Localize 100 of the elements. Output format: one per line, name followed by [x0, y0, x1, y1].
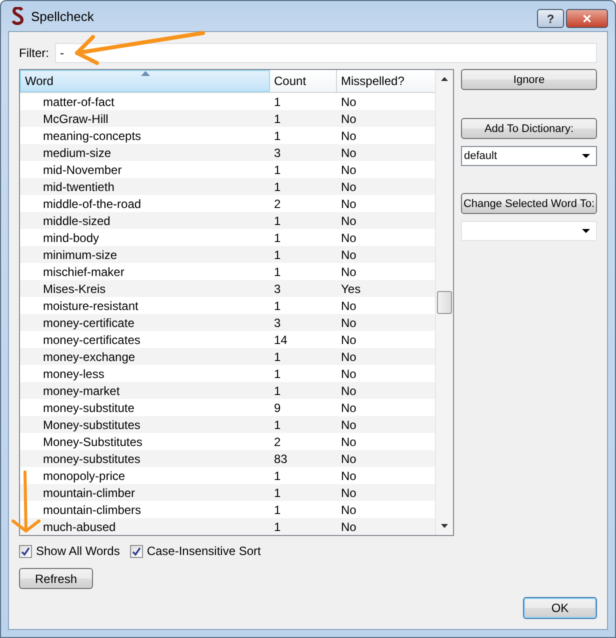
word-cell-text: Mises-Kreis: [42, 282, 107, 296]
checkbox-label: Show All Words: [36, 544, 120, 558]
word-cell-text: monopoly-price: [42, 468, 126, 482]
ignore-button[interactable]: Ignore: [461, 69, 597, 90]
misspelled-cell-text: No: [340, 316, 358, 330]
count-cell-text: 1: [273, 366, 282, 380]
checkbox[interactable]: [130, 544, 143, 558]
count-cell-text: 1: [273, 128, 282, 142]
count-cell-text: 1: [273, 112, 282, 126]
misspelled-cell-text: No: [340, 502, 358, 516]
annotation-arrow: [9, 469, 41, 535]
word-cell-text: mischief-maker: [42, 264, 126, 278]
column-header[interactable]: Count: [270, 70, 337, 92]
word-cell-text: money-substitutes: [42, 452, 142, 466]
sort-arrow-icon: [141, 71, 150, 76]
misspelled-cell-text: No: [340, 452, 358, 466]
word-cell-text: middle-sized: [42, 214, 112, 228]
count-cell-text: 1: [273, 264, 282, 278]
dictionary-dropdown[interactable]: default: [461, 146, 597, 166]
count-cell-text: 1: [273, 180, 282, 194]
misspelled-cell-text: No: [340, 214, 358, 228]
misspelled-cell-text: No: [340, 486, 358, 500]
count-cell-text: 83: [273, 452, 288, 466]
misspelled-cell-text: No: [340, 434, 358, 448]
change-word-button[interactable]: Change Selected Word To:: [461, 193, 597, 214]
filter-label: Filter:: [19, 46, 49, 60]
word-cell-text: McGraw-Hill: [42, 112, 110, 126]
count-cell-text: 2: [273, 434, 282, 448]
count-cell-text: 1: [273, 520, 282, 534]
scroll-down-icon[interactable]: [441, 524, 448, 528]
count-cell-text: 1: [273, 214, 282, 228]
checkbox-label: Case-Insensitive Sort: [146, 544, 261, 558]
misspelled-cell-text: No: [340, 162, 358, 176]
scrollbar[interactable]: [435, 70, 453, 535]
word-cell-text: money-exchange: [42, 350, 136, 364]
count-cell-text: 1: [273, 502, 282, 516]
word-cell-text: Money-Substitutes: [42, 434, 144, 448]
app-logo-icon: [11, 7, 25, 25]
count-cell-text: 1: [273, 418, 282, 432]
count-cell-text: 1: [273, 384, 282, 398]
misspelled-cell-text: No: [340, 332, 358, 346]
misspelled-cell-text: No: [340, 196, 358, 210]
count-cell-text: 3: [273, 282, 282, 296]
count-cell-text: 1: [273, 350, 282, 364]
word-cell-text: matter-of-fact: [42, 94, 116, 108]
count-cell-text: 3: [273, 316, 282, 330]
misspelled-cell-text: No: [340, 180, 358, 194]
word-cell-text: medium-size: [42, 146, 112, 160]
word-cell-text: money-certificates: [42, 332, 142, 346]
column-header[interactable]: Word: [20, 70, 270, 92]
word-cell-text: money-less: [42, 366, 106, 380]
word-cell-text: moisture-resistant: [42, 298, 140, 312]
checkbox[interactable]: [19, 544, 32, 558]
word-cell-text: mountain-climbers: [42, 502, 142, 516]
misspelled-cell-text: No: [340, 248, 358, 262]
misspelled-cell-text: No: [340, 468, 358, 482]
misspelled-cell-text: No: [340, 520, 358, 534]
dropdown-caret-icon: [582, 154, 590, 158]
filter-field[interactable]: -: [55, 43, 597, 63]
word-cell-text: mind-body: [42, 230, 100, 244]
misspelled-cell-text: No: [340, 128, 358, 142]
misspelled-cell-text: No: [340, 400, 358, 414]
misspelled-cell-text: No: [340, 264, 358, 278]
count-cell-text: 1: [273, 94, 282, 108]
misspelled-cell-text: No: [340, 112, 358, 126]
misspelled-cell-text: No: [340, 350, 358, 364]
refresh-button[interactable]: Refresh: [19, 568, 93, 589]
count-cell-text: 1: [273, 298, 282, 312]
count-cell-text: 1: [273, 468, 282, 482]
misspelled-cell-text: No: [340, 418, 358, 432]
misspelled-cell-text: No: [340, 384, 358, 398]
misspelled-cell-text: No: [340, 94, 358, 108]
ok-button[interactable]: OK: [523, 597, 597, 619]
word-cell-text: much-abused: [42, 520, 117, 534]
count-cell-text: 1: [273, 230, 282, 244]
count-cell-text: 9: [273, 400, 282, 414]
count-cell-text: 1: [273, 248, 282, 262]
count-cell-text: 2: [273, 196, 282, 210]
add-to-dictionary-button[interactable]: Add To Dictionary:: [461, 118, 597, 139]
dropdown-caret-icon: [582, 229, 590, 233]
count-cell-text: 14: [273, 332, 288, 346]
word-cell-text: meaning-concepts: [42, 128, 142, 142]
word-cell-text: mid-November: [42, 162, 123, 176]
word-cell-text: Money-substitutes: [42, 418, 142, 432]
word-cell-text: money-substitute: [42, 400, 136, 414]
scroll-thumb[interactable]: [437, 291, 452, 314]
count-cell-text: 3: [273, 146, 282, 160]
count-cell-text: 1: [273, 486, 282, 500]
word-cell-text: mid-twentieth: [42, 180, 116, 194]
misspelled-cell-text: No: [340, 230, 358, 244]
help-button[interactable]: ?: [537, 9, 564, 28]
word-cell-text: mountain-climber: [42, 486, 136, 500]
scroll-up-icon[interactable]: [441, 77, 448, 81]
word-cell-text: money-certificate: [42, 316, 136, 330]
word-cell-text: minimum-size: [42, 248, 118, 262]
count-cell-text: 1: [273, 162, 282, 176]
window-title: Spellcheck: [31, 8, 94, 24]
misspelled-cell-text: No: [340, 366, 358, 380]
misspelled-cell-text: Yes: [340, 282, 362, 296]
word-cell-text: money-market: [42, 384, 121, 398]
